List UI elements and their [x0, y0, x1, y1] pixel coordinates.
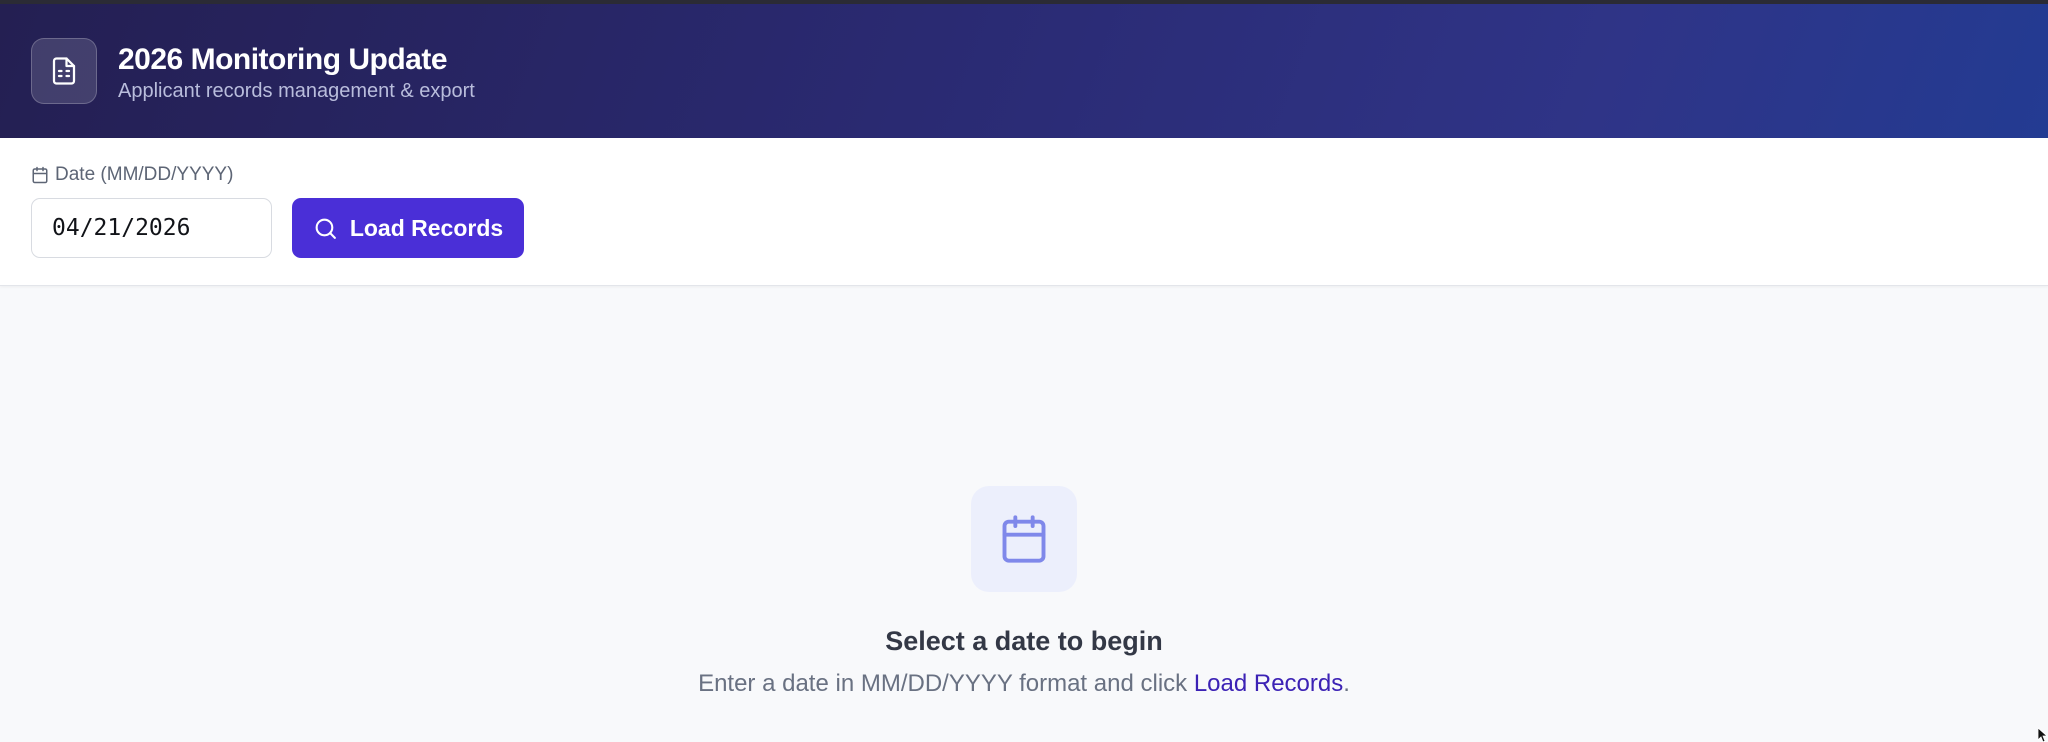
empty-state-load-records-link[interactable]: Load Records	[1194, 670, 1343, 697]
app-root: 2026 Monitoring Update Applicant records…	[0, 0, 2048, 742]
toolbar-row: Load Records	[31, 198, 2048, 258]
empty-state: Select a date to begin Enter a date in M…	[0, 486, 2048, 699]
calendar-icon	[971, 486, 1077, 592]
date-field-label: Date (MM/DD/YYYY)	[31, 164, 2048, 186]
date-field-label-text: Date (MM/DD/YYYY)	[55, 164, 234, 185]
load-records-button-label: Load Records	[349, 214, 504, 241]
calendar-icon	[31, 166, 49, 184]
page-subtitle: Applicant records management & export	[118, 79, 475, 102]
empty-state-description: Enter a date in MM/DD/YYYY format and cl…	[698, 669, 1350, 699]
empty-state-desc-prefix: Enter a date in MM/DD/YYYY format and cl…	[698, 670, 1194, 697]
search-icon	[313, 216, 338, 241]
empty-state-desc-suffix: .	[1343, 670, 1350, 697]
mouse-cursor-icon	[2037, 727, 2048, 742]
load-records-button[interactable]: Load Records	[292, 198, 524, 258]
empty-state-title: Select a date to begin	[885, 626, 1163, 656]
date-input[interactable]	[31, 198, 272, 258]
header-text: 2026 Monitoring Update Applicant records…	[118, 42, 475, 103]
document-icon	[31, 38, 97, 104]
app-header: 2026 Monitoring Update Applicant records…	[0, 4, 2048, 138]
filter-toolbar: Date (MM/DD/YYYY) Load Records	[0, 138, 2048, 286]
page-title: 2026 Monitoring Update	[118, 42, 448, 76]
